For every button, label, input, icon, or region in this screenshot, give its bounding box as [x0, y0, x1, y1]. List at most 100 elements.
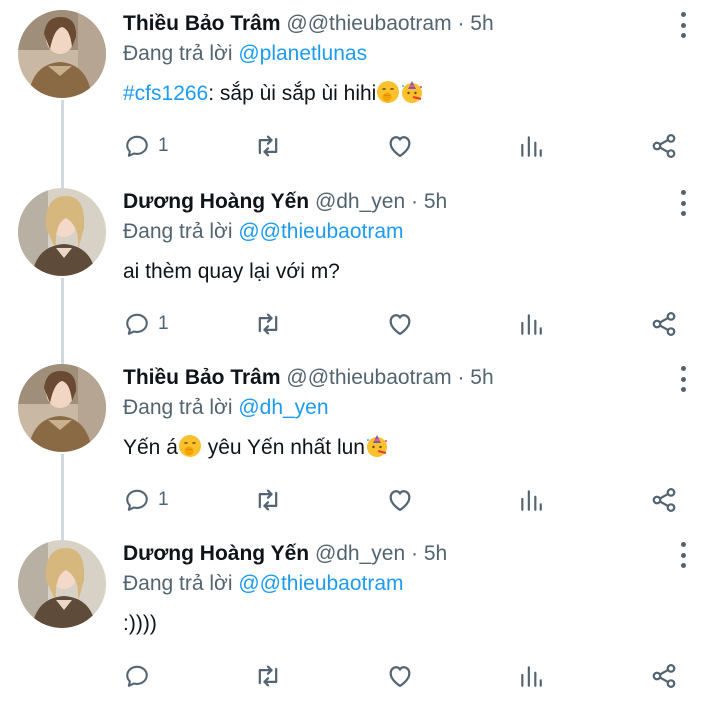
replying-to-label: Đang trả lời: [123, 396, 233, 419]
hashtag-link[interactable]: #cfs1266: [123, 82, 208, 105]
like-icon: [386, 132, 414, 160]
replying-to: Đang trả lời @planetlunas: [123, 40, 367, 68]
tweet[interactable]: Dương Hoàng Yến @dh_yen · 5h Đang trả lời…: [0, 530, 720, 705]
replying-to-handle[interactable]: @dh_yen: [238, 396, 328, 419]
tweet[interactable]: Thiều Bảo Trâm @@thieubaotram · 5h Đang t…: [0, 354, 720, 540]
like-icon: [386, 310, 414, 338]
reply-count: 1: [158, 489, 169, 510]
user-handle[interactable]: @@thieubaotram: [286, 366, 451, 389]
reply-icon: [124, 487, 150, 513]
replying-to-label: Đang trả lời: [123, 42, 233, 65]
replying-to-label: Đang trả lời: [123, 220, 233, 243]
tweet-body: yêu Yến nhất lun: [201, 436, 365, 459]
party-face-emoji: [400, 80, 424, 104]
display-name[interactable]: Thiều Bảo Trâm: [123, 366, 281, 389]
tweet-body: :)))): [123, 612, 157, 635]
replying-to-label: Đang trả lời: [123, 572, 233, 595]
tweet-actions: 1: [0, 132, 720, 160]
reply-button[interactable]: [124, 662, 158, 690]
timestamp[interactable]: 5h: [424, 542, 447, 565]
share-icon: [650, 132, 678, 160]
avatar[interactable]: [18, 540, 106, 628]
tweet-body: : sắp ùi sắp ùi hihi: [208, 82, 377, 105]
replying-to: Đang trả lời @@thieubaotram: [123, 218, 404, 246]
shushing-face-emoji: [376, 80, 400, 104]
share-icon: [650, 310, 678, 338]
display-name[interactable]: Dương Hoàng Yến: [123, 190, 309, 213]
like-button[interactable]: [386, 662, 414, 690]
more-icon[interactable]: [672, 12, 694, 38]
like-button[interactable]: [386, 132, 414, 160]
share-button[interactable]: [650, 310, 678, 338]
reply-button[interactable]: 1: [124, 486, 169, 514]
tweet-body: Yến á: [123, 436, 178, 459]
reply-button[interactable]: 1: [124, 310, 169, 338]
share-button[interactable]: [650, 486, 678, 514]
user-handle[interactable]: @dh_yen: [315, 190, 405, 213]
more-icon[interactable]: [672, 366, 694, 392]
separator-dot: ·: [457, 12, 465, 35]
reply-count: 1: [158, 135, 169, 156]
share-button[interactable]: [650, 662, 678, 690]
retweet-button[interactable]: [254, 132, 282, 160]
reply-icon: [124, 663, 150, 689]
tweet-header: Thiều Bảo Trâm @@thieubaotram · 5h: [123, 10, 494, 38]
like-icon: [386, 662, 414, 690]
tweet-header: Dương Hoàng Yến @dh_yen · 5h: [123, 540, 447, 568]
tweet-text: Yến á yêu Yến nhất lun: [123, 434, 389, 462]
tweet[interactable]: Dương Hoàng Yến @dh_yen · 5h Đang trả lời…: [0, 178, 720, 364]
separator-dot: ·: [411, 190, 418, 213]
retweet-button[interactable]: [254, 486, 282, 514]
more-icon[interactable]: [672, 542, 694, 568]
more-icon[interactable]: [672, 190, 694, 216]
share-icon: [650, 486, 678, 514]
tweet-text: ai thèm quay lại với m?: [123, 258, 340, 286]
like-button[interactable]: [386, 310, 414, 338]
tweet[interactable]: Thiều Bảo Trâm @@thieubaotram · 5h Đang t…: [0, 0, 720, 188]
timestamp[interactable]: 5h: [470, 12, 493, 35]
reply-icon: [124, 311, 150, 337]
avatar[interactable]: [18, 188, 106, 276]
analytics-icon: [518, 487, 544, 513]
analytics-icon: [518, 663, 544, 689]
tweet-body: ai thèm quay lại với m?: [123, 260, 340, 283]
tweet-text: #cfs1266: sắp ùi sắp ùi hihi: [123, 80, 424, 108]
timestamp[interactable]: 5h: [424, 190, 447, 213]
like-icon: [386, 486, 414, 514]
analytics-button[interactable]: [518, 662, 544, 690]
user-handle[interactable]: @dh_yen: [315, 542, 405, 565]
replying-to: Đang trả lời @dh_yen: [123, 394, 329, 422]
analytics-button[interactable]: [518, 310, 544, 338]
retweet-button[interactable]: [254, 662, 282, 690]
display-name[interactable]: Thiều Bảo Trâm: [123, 12, 281, 35]
party-face-emoji: [365, 434, 389, 458]
conversation-feed: Thiều Bảo Trâm @@thieubaotram · 5h Đang t…: [0, 0, 720, 705]
replying-to-handle[interactable]: @planetlunas: [238, 42, 367, 65]
reply-button[interactable]: 1: [124, 132, 169, 160]
replying-to: Đang trả lời @@thieubaotram: [123, 570, 404, 598]
avatar[interactable]: [18, 10, 106, 98]
replying-to-handle[interactable]: @@thieubaotram: [238, 572, 403, 595]
reply-icon: [124, 133, 150, 159]
tweet-header: Dương Hoàng Yến @dh_yen · 5h: [123, 188, 447, 216]
separator-dot: ·: [411, 542, 418, 565]
retweet-button[interactable]: [254, 310, 282, 338]
replying-to-handle[interactable]: @@thieubaotram: [238, 220, 403, 243]
tweet-actions: 1: [0, 486, 720, 514]
separator-dot: ·: [457, 366, 465, 389]
analytics-button[interactable]: [518, 486, 544, 514]
avatar[interactable]: [18, 364, 106, 452]
retweet-icon: [254, 486, 282, 514]
retweet-icon: [254, 662, 282, 690]
timestamp[interactable]: 5h: [470, 366, 493, 389]
analytics-icon: [518, 311, 544, 337]
like-button[interactable]: [386, 486, 414, 514]
share-icon: [650, 662, 678, 690]
tweet-text: :)))): [123, 610, 157, 638]
analytics-button[interactable]: [518, 132, 544, 160]
user-handle[interactable]: @@thieubaotram: [286, 12, 451, 35]
display-name[interactable]: Dương Hoàng Yến: [123, 542, 309, 565]
retweet-icon: [254, 132, 282, 160]
share-button[interactable]: [650, 132, 678, 160]
tweet-header: Thiều Bảo Trâm @@thieubaotram · 5h: [123, 364, 494, 392]
